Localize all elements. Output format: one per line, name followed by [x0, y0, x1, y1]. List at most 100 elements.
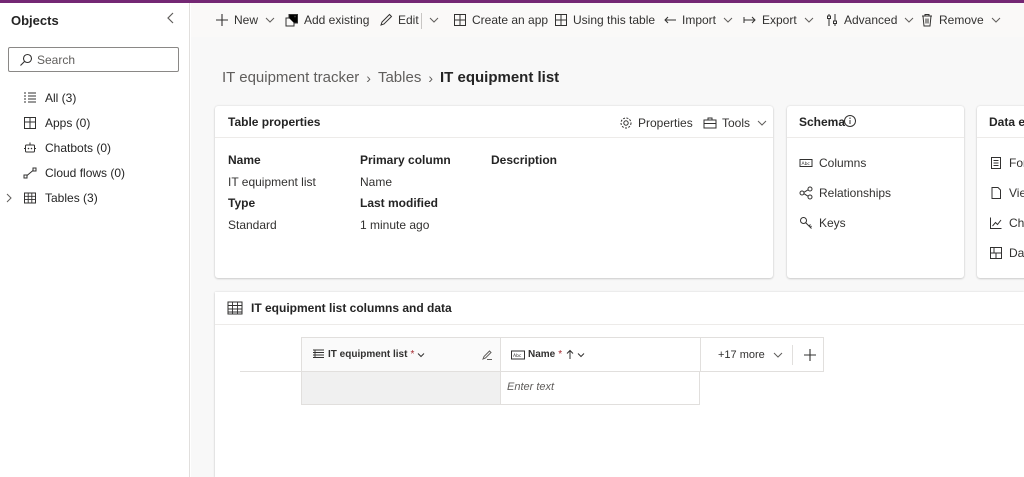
trash-icon — [922, 14, 932, 27]
data-experiences-title: Data e — [989, 115, 1024, 129]
list-icon — [23, 91, 37, 105]
column-header-name[interactable]: Abc Name * — [500, 337, 701, 372]
table-properties-title: Table properties — [228, 115, 321, 129]
cell-primary[interactable] — [301, 372, 501, 405]
table-icon — [227, 300, 243, 316]
edit-button[interactable]: Edit — [379, 11, 419, 29]
schema-keys[interactable]: Keys — [799, 216, 846, 230]
column-header-primary[interactable]: IT equipment list * — [301, 337, 501, 372]
nav-item-chatbots[interactable]: Chatbots (0) — [0, 137, 189, 159]
cell-name[interactable]: Enter text — [500, 372, 700, 405]
breadcrumb-separator: › — [428, 69, 433, 86]
advanced-label: Advanced — [844, 13, 898, 27]
search-input[interactable] — [37, 51, 172, 68]
info-icon[interactable] — [843, 114, 857, 131]
data-exp-label: Vie — [1009, 186, 1024, 200]
tools-button[interactable]: Tools — [703, 114, 767, 132]
import-button[interactable]: Import — [663, 11, 733, 29]
divider — [977, 137, 1024, 138]
nav-item-cloud-flows[interactable]: Cloud flows (0) — [0, 162, 189, 184]
remove-button[interactable]: Remove — [920, 11, 1001, 29]
export-label: Export — [762, 13, 797, 27]
last-modified-label: Last modified — [360, 196, 439, 210]
svg-text:Abc: Abc — [802, 161, 811, 167]
nav-item-tables[interactable]: Tables (3) — [0, 187, 189, 209]
add-existing-icon — [285, 14, 298, 27]
key-icon — [800, 217, 812, 229]
search-icon — [19, 53, 33, 67]
nav-item-label: Chatbots (0) — [45, 141, 112, 155]
chevron-down-icon — [723, 17, 733, 23]
toolbox-icon — [703, 117, 717, 129]
chatbot-icon — [23, 141, 37, 155]
last-modified-value: 1 minute ago — [360, 218, 430, 232]
chevron-down-icon — [265, 17, 275, 23]
schema-relationships[interactable]: Relationships — [799, 186, 891, 200]
nav-item-all[interactable]: All (3) — [0, 87, 189, 109]
schema-columns[interactable]: Abc Columns — [799, 156, 866, 170]
search-box[interactable] — [8, 47, 179, 72]
schema-title: Schema — [799, 115, 846, 129]
dashboard-icon — [990, 247, 1002, 259]
data-exp-label: Das — [1009, 246, 1024, 260]
new-button[interactable]: New — [215, 11, 275, 29]
breadcrumb-tables[interactable]: Tables — [378, 69, 421, 86]
import-label: Import — [682, 13, 717, 27]
chevron-down-icon — [577, 352, 585, 357]
nav-item-label: All (3) — [45, 91, 77, 105]
data-exp-views[interactable]: Vie — [989, 186, 1024, 200]
advanced-button[interactable]: Advanced — [825, 11, 914, 29]
pencil-icon — [380, 13, 393, 26]
properties-button[interactable]: Properties — [619, 114, 693, 132]
chevron-down-icon — [429, 17, 439, 23]
using-table-label: Using this table — [573, 13, 656, 27]
collapse-pane-icon[interactable] — [163, 10, 179, 26]
more-columns-button[interactable]: +17 more — [718, 349, 765, 361]
type-value: Standard — [228, 218, 277, 232]
divider — [787, 137, 964, 138]
chevron-down-icon — [418, 352, 425, 357]
export-icon — [743, 16, 756, 24]
nav-item-label: Tables (3) — [45, 191, 98, 205]
using-table-button[interactable]: Using this table — [554, 11, 655, 29]
nav-item-apps[interactable]: Apps (0) — [0, 112, 189, 134]
add-existing-button[interactable]: Add existing — [285, 11, 369, 29]
description-label: Description — [491, 153, 558, 167]
primary-column-label: Primary column — [360, 153, 451, 167]
breadcrumb: IT equipment tracker › Tables › IT equip… — [222, 69, 559, 86]
data-experiences-card: Data e For Vie Cha Das — [977, 106, 1024, 278]
primary-name-icon — [313, 349, 324, 358]
table-properties-card: Table properties Properties Tools Name I… — [215, 106, 773, 278]
breadcrumb-separator: › — [366, 69, 371, 86]
data-exp-charts[interactable]: Cha — [989, 216, 1024, 230]
edit-label: Edit — [398, 13, 419, 27]
plus-icon — [216, 14, 228, 26]
chevron-right-icon[interactable] — [4, 192, 14, 204]
table-icon — [23, 191, 37, 205]
create-app-icon — [454, 14, 466, 26]
export-button[interactable]: Export — [743, 11, 814, 29]
data-exp-dashboards[interactable]: Das — [989, 246, 1024, 260]
sort-ascending-icon — [566, 349, 574, 359]
nav-item-label: Apps (0) — [45, 116, 91, 130]
add-column-icon[interactable] — [803, 348, 817, 362]
create-app-button[interactable]: Create an app — [453, 11, 548, 29]
forms-icon — [991, 157, 1001, 169]
tools-label: Tools — [722, 116, 751, 130]
add-existing-label: Add existing — [304, 13, 370, 27]
divider — [215, 324, 1024, 325]
chevron-down-icon[interactable] — [773, 350, 783, 360]
required-mark: * — [558, 349, 563, 360]
name-value: IT equipment list — [228, 175, 316, 189]
type-label: Type — [228, 196, 256, 210]
gear-icon — [620, 117, 632, 129]
chevron-down-icon — [757, 120, 767, 126]
edit-dropdown[interactable] — [429, 11, 439, 29]
remove-label: Remove — [939, 13, 984, 27]
breadcrumb-solution[interactable]: IT equipment tracker — [222, 69, 359, 86]
columns-icon: Abc — [799, 159, 813, 167]
separator — [791, 344, 793, 365]
data-exp-forms[interactable]: For — [989, 156, 1024, 170]
name-label: Name — [228, 153, 261, 167]
chevron-down-icon — [991, 17, 1001, 23]
